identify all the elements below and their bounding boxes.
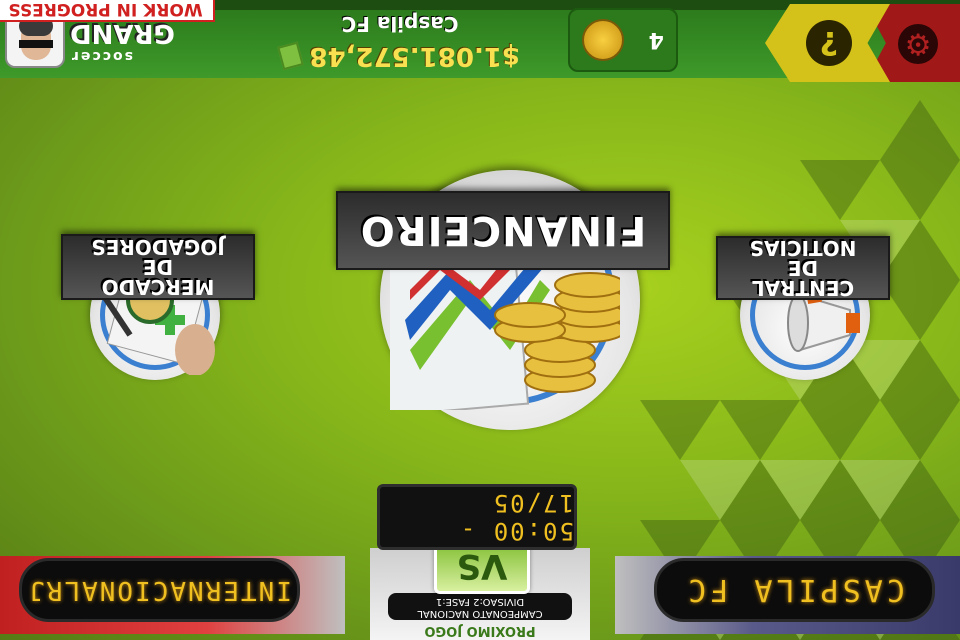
- competition-box: CAMPEONATO NACIONAL DIVISAO:2 FASE:1: [388, 593, 572, 620]
- club-name: Caspila FC: [341, 12, 459, 36]
- home-team-pill[interactable]: INTERNACIONALRJ: [19, 558, 300, 622]
- money-amount: $1.081.572,48: [309, 41, 520, 71]
- match-bar: CASPILA FC INTERNACIONALRJ PROXIMO JOGO …: [0, 484, 960, 640]
- gear-icon: ⚙: [898, 24, 938, 64]
- help-icon: ?: [806, 20, 852, 66]
- coin-counter[interactable]: 4: [568, 8, 678, 72]
- wip-banner: WORK IN PROGRESS: [0, 0, 215, 22]
- away-team-pill[interactable]: CASPILA FC: [654, 558, 935, 622]
- cash-icon: [277, 41, 305, 71]
- coin-count: 4: [648, 27, 664, 53]
- vs-label: VS: [456, 546, 508, 586]
- match-time-display: 50:00 - 17/05: [377, 484, 577, 550]
- home-team-name: INTERNACIONALRJ: [27, 575, 292, 605]
- header-bar: ⚙ ? 4 $1.081.572,48 Caspila FC soccer GR…: [0, 0, 960, 82]
- market-label: MERCADO DE JOGADORES: [91, 235, 225, 299]
- away-team-panel: CASPILA FC: [615, 556, 960, 634]
- next-match-label: PROXIMO JOGO: [424, 623, 536, 638]
- news-ribbon: CENTRAL DE NOTICIAS: [716, 236, 890, 300]
- wip-label: WORK IN PROGRESS: [8, 0, 203, 19]
- market-ribbon: MERCADO DE JOGADORES: [61, 234, 255, 300]
- home-team-panel: INTERNACIONALRJ: [0, 556, 345, 634]
- rotated-screen: CASPILA FC INTERNACIONALRJ PROXIMO JOGO …: [0, 0, 960, 640]
- match-time: 50:00 - 17/05: [458, 489, 574, 545]
- financial-ribbon: FINANCEIRO: [336, 191, 670, 270]
- financial-button[interactable]: FINANCEIRO: [336, 150, 670, 450]
- next-match-panel[interactable]: PROXIMO JOGO CAMPEONATO NACIONAL DIVISAO…: [370, 538, 590, 640]
- coin-icon: [582, 19, 625, 61]
- money-display: $1.081.572,48: [277, 38, 520, 74]
- logo-sub: soccer: [70, 48, 133, 64]
- financial-label: FINANCEIRO: [359, 207, 647, 254]
- news-center-button[interactable]: CENTRAL DE NOTICIAS: [716, 230, 890, 390]
- competition-stage: DIVISAO:2 FASE:1: [435, 596, 525, 607]
- player-market-button[interactable]: MERCADO DE JOGADORES: [61, 220, 255, 390]
- competition-name: CAMPEONATO NACIONAL: [417, 608, 543, 619]
- news-label: CENTRAL DE NOTICIAS: [749, 236, 857, 300]
- away-team-name: CASPILA FC: [684, 572, 905, 608]
